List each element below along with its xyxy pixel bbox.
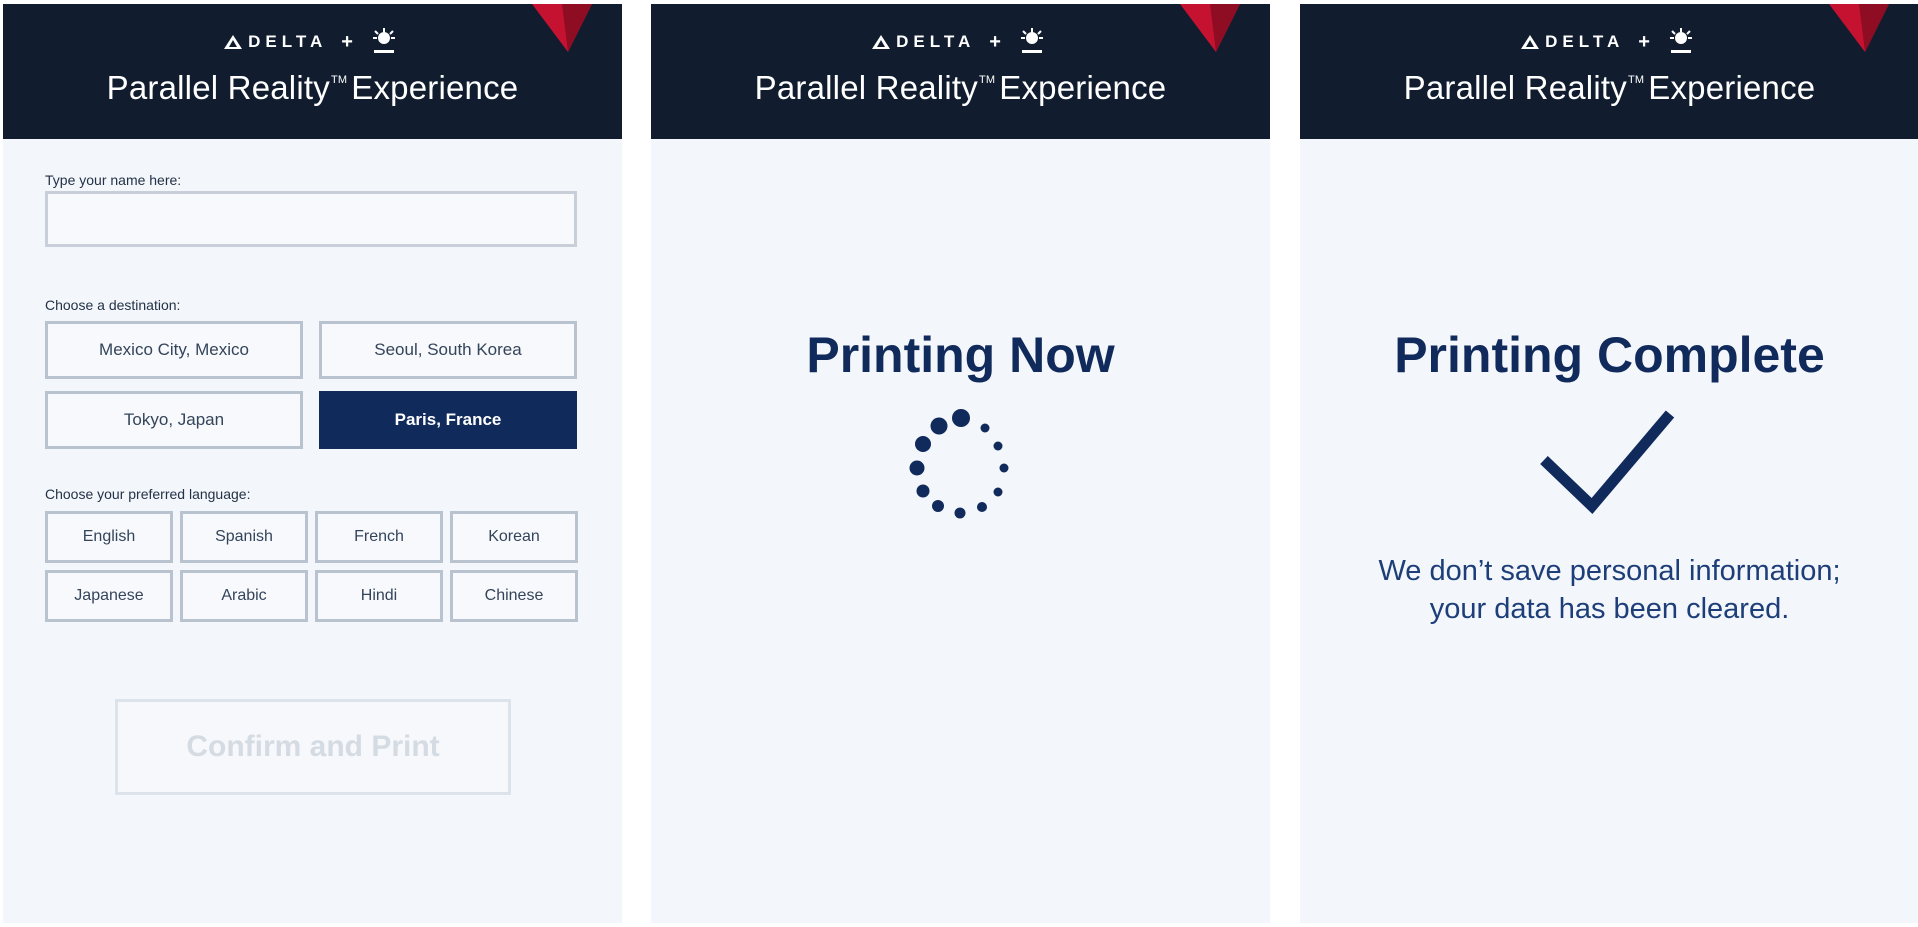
destination-options: Mexico City, Mexico Seoul, South Korea T…	[45, 321, 579, 449]
language-option-korean[interactable]: Korean	[450, 511, 578, 563]
language-option-hindi[interactable]: Hindi	[315, 570, 443, 622]
delta-logo: DELTA	[224, 26, 327, 58]
plus-sign: +	[989, 31, 1001, 53]
delta-widget-logo-icon	[1180, 4, 1240, 52]
printing-status-title: Printing Now	[806, 327, 1115, 383]
language-options: English Spanish French Korean Japanese A…	[45, 511, 579, 622]
printing-screen: DELTA + Parallel RealityTM Experience Pr…	[651, 4, 1270, 923]
language-label: Choose your preferred language:	[45, 486, 251, 502]
delta-wordmark: DELTA	[248, 32, 328, 51]
checkmark-icon	[1540, 410, 1675, 515]
form-screen: DELTA + Parallel RealityTM Experience Ty…	[3, 4, 622, 923]
privacy-message-line-2: your data has been cleared.	[1429, 593, 1790, 625]
name-input[interactable]	[45, 191, 577, 247]
delta-triangle-icon	[872, 35, 891, 49]
loading-spinner-icon	[909, 409, 1009, 519]
complete-status-title: Printing Complete	[1394, 327, 1825, 383]
destination-option-paris[interactable]: Paris, France	[319, 391, 577, 449]
kiosk-screens: DELTA + Parallel RealityTM Experience Ty…	[0, 0, 1918, 927]
destination-option-seoul[interactable]: Seoul, South Korea	[319, 321, 577, 379]
boarding-form: Type your name here: Choose a destinatio…	[3, 139, 622, 923]
language-option-spanish[interactable]: Spanish	[180, 511, 308, 563]
brand-bar: DELTA +	[651, 26, 1270, 58]
privacy-message-line-1: We don’t save personal information;	[1378, 555, 1841, 587]
misapplied-sciences-logo-icon	[372, 28, 395, 53]
app-header: DELTA + Parallel RealityTM Experience	[651, 4, 1270, 139]
confirm-and-print-button[interactable]: Confirm and Print	[115, 699, 511, 795]
language-option-english[interactable]: English	[45, 511, 173, 563]
destination-option-tokyo[interactable]: Tokyo, Japan	[45, 391, 303, 449]
delta-widget-logo-icon	[1829, 4, 1889, 52]
plus-sign: +	[341, 31, 353, 53]
language-option-japanese[interactable]: Japanese	[45, 570, 173, 622]
language-option-french[interactable]: French	[315, 511, 443, 563]
app-title: Parallel RealityTM Experience	[1403, 69, 1816, 106]
language-option-arabic[interactable]: Arabic	[180, 570, 308, 622]
misapplied-sciences-logo-icon	[1669, 28, 1692, 53]
privacy-message: We don’t save personal information; your…	[1300, 552, 1918, 628]
brand-bar: DELTA +	[1300, 26, 1918, 58]
name-label: Type your name here:	[45, 172, 182, 188]
delta-triangle-icon	[1521, 35, 1540, 49]
app-title: Parallel RealityTM Experience	[106, 69, 519, 106]
delta-wordmark: DELTA	[1545, 32, 1625, 51]
misapplied-sciences-logo-icon	[1020, 28, 1043, 53]
language-option-chinese[interactable]: Chinese	[450, 570, 578, 622]
app-header: DELTA + Parallel RealityTM Experience	[3, 4, 622, 139]
app-header: DELTA + Parallel RealityTM Experience	[1300, 4, 1918, 139]
delta-logo: DELTA	[872, 26, 975, 58]
destination-label: Choose a destination:	[45, 297, 181, 313]
delta-logo: DELTA	[1521, 26, 1624, 58]
delta-wordmark: DELTA	[896, 32, 976, 51]
destination-option-mexico-city[interactable]: Mexico City, Mexico	[45, 321, 303, 379]
delta-triangle-icon	[224, 35, 243, 49]
brand-bar: DELTA +	[3, 26, 622, 58]
complete-screen: DELTA + Parallel RealityTM Experience Pr…	[1300, 4, 1918, 923]
plus-sign: +	[1638, 31, 1650, 53]
delta-widget-logo-icon	[532, 4, 592, 52]
app-title: Parallel RealityTM Experience	[754, 69, 1167, 106]
